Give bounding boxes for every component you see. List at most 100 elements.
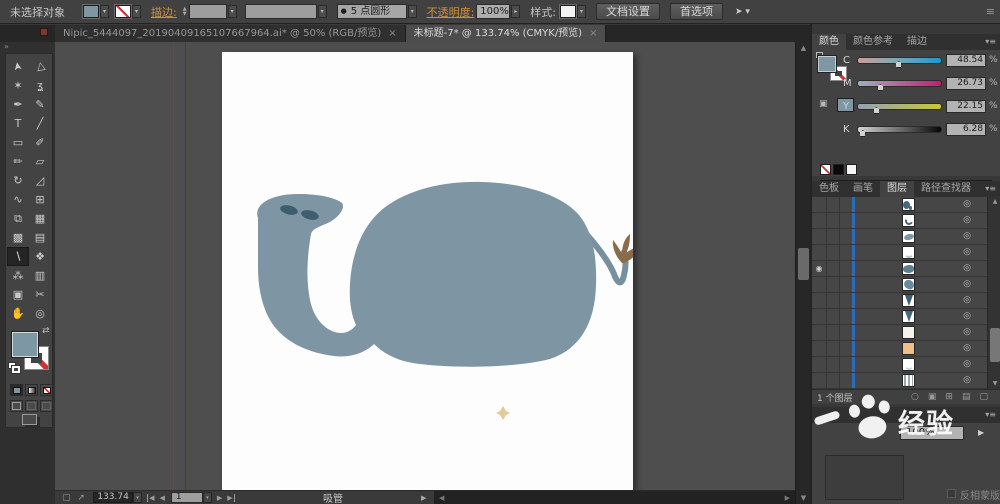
layers-scroll-down-icon[interactable]: ▼	[988, 379, 1000, 389]
eraser-tool[interactable]: ▱	[29, 152, 51, 171]
stroke-link[interactable]: 描边:	[151, 4, 177, 20]
layer-row[interactable]: ◎	[812, 373, 987, 389]
visibility-eye-icon[interactable]	[812, 197, 827, 212]
hand-tool[interactable]: ✋	[7, 304, 29, 323]
pen-tool[interactable]: ✒	[7, 95, 29, 114]
blend-tool[interactable]: ❖	[29, 247, 51, 266]
tab-close-icon[interactable]: ×	[388, 25, 396, 43]
magic-wand-tool[interactable]: ✶	[7, 76, 29, 95]
swap-fill-stroke-icon[interactable]: ⇄	[42, 326, 50, 336]
panel-tab-描边[interactable]: 描边	[900, 34, 934, 50]
color-mode-button[interactable]	[10, 384, 23, 396]
stroke-weight-dropdown-icon[interactable]: ▾	[227, 5, 237, 18]
visibility-eye-icon[interactable]	[812, 341, 827, 356]
none-swatch[interactable]	[820, 164, 831, 175]
variable-width-dropdown-icon[interactable]: ▾	[317, 5, 327, 18]
appearance-target-icon[interactable]: ◎	[963, 325, 971, 340]
layer-thumbnail[interactable]	[902, 246, 915, 259]
direct-selection-tool[interactable]: ▷	[29, 57, 51, 76]
appearance-target-icon[interactable]: ◎	[963, 229, 971, 244]
lock-cell[interactable]	[827, 309, 840, 324]
shape-builder-tool[interactable]: ⧉	[7, 209, 29, 228]
layers-scroll-up-icon[interactable]: ▲	[988, 197, 1000, 207]
fill-color-swatch[interactable]	[82, 4, 100, 19]
hscroll-arrow-icon[interactable]: ▶	[421, 494, 426, 502]
brush-definition-field[interactable]: ● 5 点圆形	[336, 4, 407, 19]
zoom-tool[interactable]: ◎	[29, 304, 51, 323]
appearance-target-icon[interactable]: ◎	[963, 341, 971, 356]
appearance-target-icon[interactable]: ◎	[963, 197, 971, 212]
lock-cell[interactable]	[827, 245, 840, 260]
new-layer-icon[interactable]: ▤	[962, 392, 971, 402]
artboard-tool[interactable]: ▣	[7, 285, 29, 304]
draw-inside-button[interactable]	[40, 400, 53, 412]
toolbar-collapse-icon[interactable]: »	[0, 42, 55, 53]
stroke-weight-field[interactable]	[188, 4, 227, 19]
horizontal-scrollbar[interactable]: ◀ ▶	[434, 491, 795, 504]
layer-row[interactable]: ◎	[812, 277, 987, 293]
symbol-sprayer-tool[interactable]: ⁂	[7, 266, 29, 285]
appearance-target-icon[interactable]: ◎	[963, 357, 971, 372]
mesh-tool[interactable]: ▩	[7, 228, 29, 247]
lock-cell[interactable]	[827, 357, 840, 372]
layer-thumbnail[interactable]	[902, 230, 915, 243]
layer-row[interactable]: ◎	[812, 325, 987, 341]
channel-slider[interactable]	[857, 103, 942, 110]
panel-tab-图层[interactable]: 图层	[880, 181, 914, 197]
channel-value-field[interactable]: 6.28	[946, 123, 986, 136]
gradient-mode-button[interactable]	[25, 384, 38, 396]
slice-tool[interactable]: ✂	[29, 285, 51, 304]
transparency-thumbnail-well[interactable]	[825, 455, 904, 500]
vertical-guide[interactable]	[185, 42, 186, 490]
layer-row[interactable]: ◎	[812, 293, 987, 309]
appearance-target-icon[interactable]: ◎	[963, 261, 971, 276]
gradient-tool[interactable]: ▤	[29, 228, 51, 247]
layer-row[interactable]: ◎	[812, 341, 987, 357]
layer-thumbnail[interactable]	[902, 294, 915, 307]
visibility-eye-icon[interactable]	[812, 309, 827, 324]
lock-cell[interactable]	[827, 373, 840, 388]
free-transform-tool[interactable]: ⊞	[29, 190, 51, 209]
artboard-number-field[interactable]: 1	[170, 492, 203, 503]
draw-behind-button[interactable]	[25, 400, 38, 412]
elephant-body[interactable]	[257, 181, 597, 367]
visibility-eye-icon[interactable]	[812, 213, 827, 228]
visibility-eye-icon[interactable]	[812, 357, 827, 372]
panel-tab-颜色参考[interactable]: 颜色参考	[846, 34, 900, 50]
fill-dropdown-icon[interactable]: ▾	[100, 5, 109, 18]
channel-value-field[interactable]: 48.54	[946, 54, 986, 67]
draw-normal-button[interactable]	[10, 400, 23, 412]
hscroll-left-icon[interactable]: ◀	[439, 494, 444, 502]
opacity-arrow-icon[interactable]: ▶	[978, 428, 984, 437]
lock-cell[interactable]	[827, 341, 840, 356]
layer-thumbnail[interactable]	[902, 358, 915, 371]
prev-artboard-icon[interactable]: ◀	[159, 494, 164, 502]
fill-indicator[interactable]	[11, 331, 39, 358]
layer-thumbnail[interactable]	[902, 326, 915, 339]
last-artboard-icon[interactable]: ▶	[227, 493, 235, 502]
panel-tab-画笔[interactable]: 画笔	[846, 181, 880, 197]
appearance-target-icon[interactable]: ◎	[963, 213, 971, 228]
rectangle-tool[interactable]: ▭	[7, 133, 29, 152]
variable-width-field[interactable]	[244, 4, 317, 19]
type-tool[interactable]: T	[7, 114, 29, 133]
transparency-opacity-field[interactable]: 100%	[900, 426, 964, 440]
hscroll-right-icon[interactable]: ▶	[785, 494, 790, 502]
document-setup-button[interactable]: 文档设置	[596, 3, 661, 20]
canvas-nav-icon[interactable]: ▢	[62, 493, 71, 503]
layers-panel-menu-icon[interactable]: ▾≡	[985, 184, 996, 193]
vertical-scroll-thumb[interactable]	[798, 248, 809, 280]
layer-thumbnail[interactable]	[902, 198, 915, 211]
visibility-eye-icon[interactable]	[812, 373, 827, 388]
artboard-dropdown-icon[interactable]: ▾	[202, 492, 212, 503]
vertical-scrollbar[interactable]: ▲ ▼	[795, 42, 810, 504]
rotate-tool[interactable]: ↻	[7, 171, 29, 190]
perspective-grid-tool[interactable]: ▦	[29, 209, 51, 228]
layer-row[interactable]: ◎	[812, 229, 987, 245]
curvature-tool[interactable]: ✎	[29, 95, 51, 114]
channel-value-field[interactable]: 26.73	[946, 77, 986, 90]
layer-thumbnail[interactable]	[902, 262, 915, 275]
lock-cell[interactable]	[827, 277, 840, 292]
opacity-dropdown-icon[interactable]: ▸	[511, 5, 521, 18]
preferences-button[interactable]: 首选项	[670, 3, 724, 20]
